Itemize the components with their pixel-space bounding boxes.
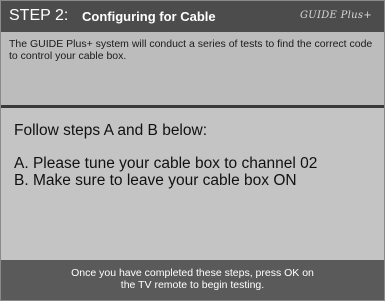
instructions-panel: Follow steps A and B below: A. Please tu… [1,108,384,260]
instructions-heading: Follow steps A and B below: [14,122,208,139]
setup-screen: STEP 2: Configuring for Cable GUIDE Plus… [0,0,385,301]
step-a-text: A. Please tune your cable box to channel… [14,155,318,172]
screen-title: Configuring for Cable [82,9,216,24]
intro-text: The GUIDE Plus+ system will conduct a se… [9,38,373,62]
footer-text-line-1: Once you have completed these steps, pre… [71,267,314,279]
step-label: STEP 2: [9,7,69,24]
guide-plus-logo: GUIDE Plus+ [299,10,372,21]
step-b-text: B. Make sure to leave your cable box ON [14,172,297,189]
header-bar: STEP 2: Configuring for Cable GUIDE Plus… [1,1,384,32]
footer-bar: Once you have completed these steps, pre… [1,260,384,300]
footer-text-line-2: the TV remote to begin testing. [120,279,265,291]
